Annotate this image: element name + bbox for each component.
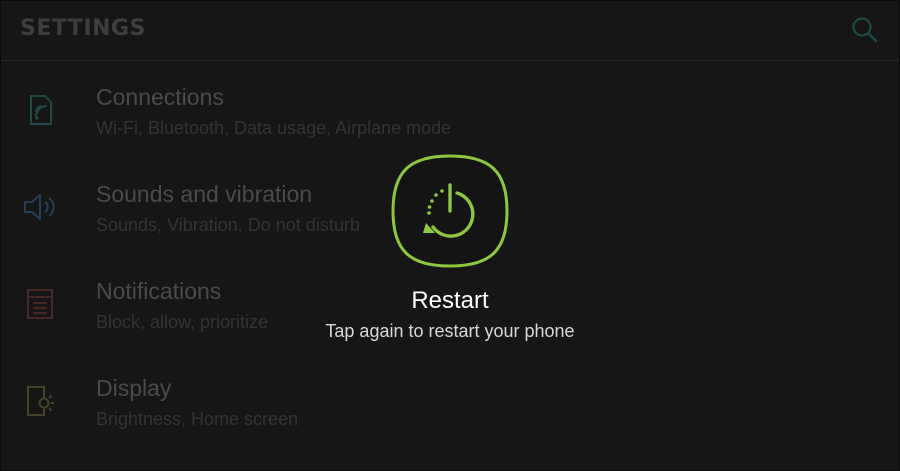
settings-item-title: Display xyxy=(96,375,172,401)
notifications-icon-wrap xyxy=(20,284,60,324)
settings-item-title: Sounds and vibration xyxy=(96,181,313,207)
connections-icon xyxy=(30,95,52,125)
speaker-icon xyxy=(24,194,55,220)
settings-item-subtitle: Sounds, Vibration, Do not disturb xyxy=(96,215,360,235)
search-button[interactable] xyxy=(846,12,884,48)
settings-item-connections[interactable]: Connections Wi-Fi, Bluetooth, Data usage… xyxy=(0,62,900,159)
settings-item-subtitle: Wi-Fi, Bluetooth, Data usage, Airplane m… xyxy=(96,118,452,138)
settings-item-subtitle: Block, allow, prioritize xyxy=(96,312,269,332)
restart-icon xyxy=(391,154,509,268)
settings-item-display[interactable]: Display Brightness, Home screen xyxy=(0,353,900,450)
settings-screen: SETTINGS Connections Wi-Fi, Bluetooth, D… xyxy=(0,0,900,471)
display-icon xyxy=(27,386,54,416)
settings-item-title: Connections xyxy=(96,84,224,110)
search-icon xyxy=(852,17,878,43)
speaker-icon-wrap xyxy=(20,187,60,227)
notifications-icon xyxy=(27,289,53,319)
connections-icon-wrap xyxy=(20,90,60,130)
restart-button[interactable] xyxy=(390,153,510,269)
app-bar: SETTINGS xyxy=(0,0,900,61)
settings-item-subtitle: Brightness, Home screen xyxy=(96,409,299,429)
display-icon-wrap xyxy=(20,381,60,421)
settings-item-title: Notifications xyxy=(96,278,222,304)
settings-item-notifications[interactable]: Notifications Block, allow, prioritize xyxy=(0,256,900,353)
page-title: SETTINGS xyxy=(20,16,146,41)
